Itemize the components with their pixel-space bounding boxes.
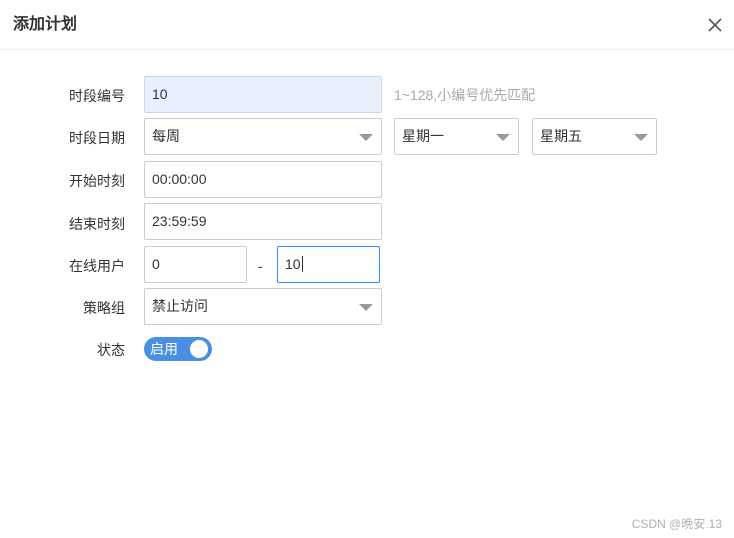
range-separator: - (258, 258, 263, 274)
dialog-title: 添加计划 (13, 16, 78, 33)
segment-no-hint: 1~128,小编号优先匹配 (394, 87, 536, 103)
online-users-label: 在线用户 (69, 258, 125, 274)
dialog-header: 添加计划 (0, 0, 734, 50)
chevron-down-icon (496, 134, 510, 141)
start-day-select-value: 星期一 (402, 128, 444, 144)
policy-group-label: 策略组 (83, 300, 125, 316)
start-time-label: 开始时刻 (69, 173, 125, 189)
chevron-down-icon (634, 134, 648, 141)
policy-group-select-value: 禁止访问 (152, 298, 208, 314)
end-time-input[interactable]: 23:59:59 (144, 203, 382, 240)
status-toggle[interactable]: 启用 (144, 337, 212, 361)
policy-group-select[interactable]: 禁止访问 (144, 288, 382, 325)
end-day-select[interactable]: 星期五 (532, 118, 657, 155)
segment-no-label: 时段编号 (69, 88, 125, 104)
start-time-input[interactable]: 00:00:00 (144, 161, 382, 198)
online-users-max-value: 10 (285, 256, 301, 272)
status-toggle-label: 启用 (150, 341, 178, 357)
period-select[interactable]: 每周 (144, 118, 382, 155)
status-label: 状态 (97, 342, 125, 358)
end-time-label: 结束时刻 (69, 216, 125, 232)
period-select-value: 每周 (152, 128, 180, 144)
end-day-select-value: 星期五 (540, 128, 582, 144)
chevron-down-icon (359, 304, 373, 311)
toggle-knob (190, 340, 208, 358)
watermark: CSDN @晩安.13 (631, 517, 722, 531)
online-users-max-input[interactable]: 10 (277, 246, 380, 283)
online-users-min-input[interactable]: 0 (144, 246, 247, 283)
chevron-down-icon (359, 134, 373, 141)
close-icon[interactable] (706, 16, 724, 34)
add-plan-dialog: 添加计划 时段编号 10 1~128,小编号优先匹配 时段日期 每周 星期一 星… (0, 0, 734, 538)
start-day-select[interactable]: 星期一 (394, 118, 519, 155)
text-caret (301, 256, 303, 272)
segment-no-input[interactable]: 10 (144, 76, 382, 113)
segment-date-label: 时段日期 (69, 130, 125, 146)
